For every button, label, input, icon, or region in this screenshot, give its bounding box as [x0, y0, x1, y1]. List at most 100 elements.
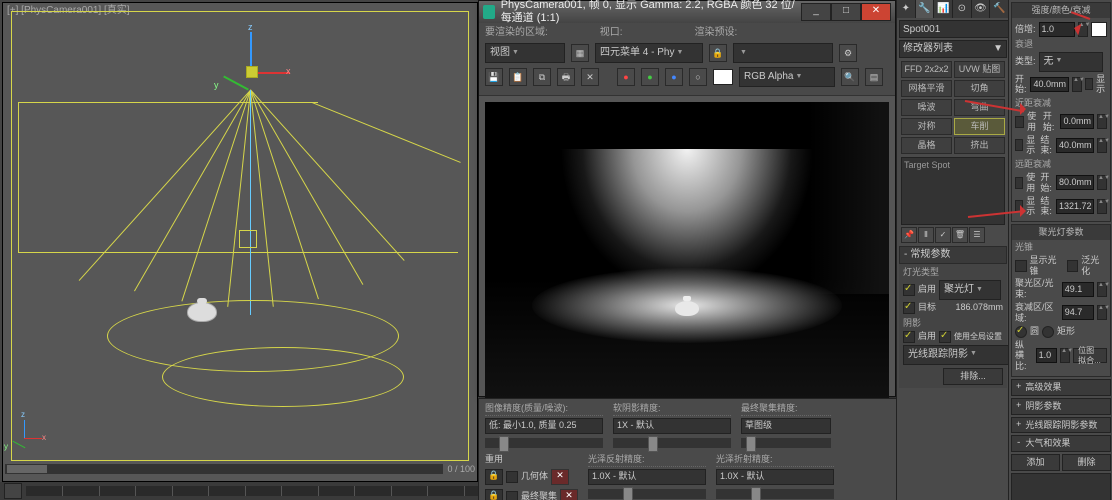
configure-icon[interactable]: ☰ — [969, 227, 985, 243]
shadow-type-select[interactable]: 光线跟踪阴影▼ — [903, 345, 1013, 365]
exclude-button[interactable]: 排除... — [943, 368, 1003, 385]
far-end-input[interactable]: 1321.72 — [1056, 199, 1094, 214]
rendered-image[interactable] — [485, 102, 889, 398]
modify-tab-icon[interactable]: 🔧 — [916, 0, 935, 18]
intensity-rollout-header[interactable]: 强度/颜色/衰减 — [1012, 3, 1110, 18]
decay-show-checkbox[interactable] — [1085, 78, 1093, 90]
decay-start-input[interactable]: 40.0mm — [1030, 77, 1069, 92]
raytrace-shadow-rollout[interactable]: +光线跟踪阴影参数 — [1011, 417, 1111, 434]
channel-a-icon[interactable]: ○ — [689, 68, 707, 86]
hotspot-input[interactable]: 49.1 — [1062, 282, 1094, 297]
soft-shadow-value[interactable]: 1X - 默认 — [613, 418, 731, 434]
copy-icon[interactable]: 📋 — [509, 68, 527, 86]
minimize-button[interactable]: _ — [801, 3, 831, 21]
multiplier-input[interactable]: 1.0 — [1039, 22, 1075, 37]
mono-swatch[interactable] — [713, 69, 733, 85]
near-show-checkbox[interactable] — [1015, 139, 1023, 151]
viewport-canvas[interactable]: z x y z x y — [11, 11, 469, 461]
timeline[interactable] — [0, 482, 486, 500]
circle-radio[interactable] — [1015, 326, 1027, 338]
add-button[interactable]: 添加 — [1011, 454, 1060, 471]
close-button[interactable]: ✕ — [861, 3, 891, 21]
mod-chamfer[interactable]: 切角 — [954, 80, 1005, 97]
motion-tab-icon[interactable]: ⊙ — [953, 0, 972, 18]
show-cone-checkbox[interactable] — [1015, 260, 1027, 272]
atmosphere-list[interactable] — [1011, 473, 1111, 500]
timeline-config-icon[interactable] — [4, 483, 22, 499]
rollout-header[interactable]: -常规参数 — [899, 246, 1007, 264]
gloss-reflect-value[interactable]: 1.0X - 默认 — [588, 469, 706, 485]
channel-select[interactable]: RGB Alpha▼ — [739, 67, 835, 87]
global-shadow-checkbox[interactable] — [939, 331, 951, 343]
final-gather-slider[interactable] — [741, 438, 831, 448]
channel-g-icon[interactable]: ● — [641, 68, 659, 86]
gloss-reflect-slider[interactable] — [588, 489, 706, 499]
modifier-list-dropdown[interactable]: 修改器列表▼ — [899, 40, 1007, 58]
near-end-input[interactable]: 40.0mm — [1056, 138, 1094, 153]
far-start-input[interactable]: 80.0mm — [1056, 175, 1094, 190]
far-use-checkbox[interactable] — [1015, 177, 1023, 189]
gloss-refract-value[interactable]: 1.0X - 默认 — [716, 469, 834, 485]
pin-stack-icon[interactable]: 📌 — [901, 227, 917, 243]
light-color-swatch[interactable] — [1091, 22, 1107, 37]
bitmap-fit-button[interactable]: 位图拟合... — [1073, 348, 1107, 363]
unique-icon[interactable]: ✓ — [935, 227, 951, 243]
print-icon[interactable]: 🖶 — [557, 68, 575, 86]
window-titlebar[interactable]: PhysCamera001, 帧 0, 显示 Gamma: 2.2, RGBA … — [479, 1, 895, 23]
aspect-input[interactable]: 1.0 — [1036, 348, 1058, 363]
falloff-input[interactable]: 94.7 — [1062, 305, 1094, 320]
image-precision-slider[interactable] — [485, 438, 603, 448]
fg-checkbox[interactable] — [506, 491, 518, 500]
advanced-effects-rollout[interactable]: +高级效果 — [1011, 379, 1111, 396]
lock-fg-icon[interactable]: 🔒 — [485, 489, 503, 500]
mod-symmetry[interactable]: 对称 — [901, 118, 952, 135]
shadow-params-rollout[interactable]: +阴影参数 — [1011, 398, 1111, 415]
enable-light-checkbox[interactable] — [903, 284, 915, 296]
time-slider[interactable] — [26, 486, 482, 496]
clear-geom-button[interactable]: ✕ — [551, 469, 569, 485]
utilities-tab-icon[interactable]: 🔨 — [990, 0, 1009, 18]
preset-select[interactable]: ▼ — [733, 43, 833, 63]
render-setup-icon[interactable]: ⚙ — [839, 44, 857, 62]
remove-mod-icon[interactable]: 🗑 — [952, 227, 968, 243]
spotlight-rollout-header[interactable]: 聚光灯参数 — [1012, 225, 1110, 240]
clear-icon[interactable]: ✕ — [581, 68, 599, 86]
near-start-input[interactable]: 0.0mm — [1060, 114, 1094, 129]
clone-icon[interactable]: ⧉ — [533, 68, 551, 86]
teapot-object[interactable] — [187, 302, 217, 322]
mod-extrude[interactable]: 挤出 — [954, 137, 1005, 154]
gloss-refract-slider[interactable] — [716, 489, 834, 499]
create-tab-icon[interactable]: ✦ — [897, 0, 916, 18]
target-checkbox[interactable] — [903, 302, 915, 314]
delete-button[interactable]: 删除 — [1062, 454, 1111, 471]
lock-geom-icon[interactable]: 🔒 — [485, 469, 503, 485]
mod-noise[interactable]: 噪波 — [901, 99, 952, 116]
overshoot-checkbox[interactable] — [1067, 260, 1079, 272]
spinner[interactable]: ▲▼ — [1078, 22, 1088, 37]
viewport-scrollbar[interactable] — [5, 464, 443, 474]
geometry-checkbox[interactable] — [506, 471, 518, 483]
zoom-icon[interactable]: 🔍 — [841, 68, 859, 86]
decay-type-select[interactable]: 无▼ — [1039, 52, 1103, 72]
area-select[interactable]: 视图▼ — [485, 43, 565, 63]
maximize-button[interactable]: □ — [831, 3, 861, 21]
mod-ffd[interactable]: FFD 2x2x2 — [901, 61, 952, 78]
mod-uvw[interactable]: UVW 贴图 — [954, 61, 1005, 78]
image-precision-value[interactable]: 低: 最小1.0, 质量 0.25 — [485, 418, 603, 434]
soft-shadow-slider[interactable] — [613, 438, 731, 448]
rect-radio[interactable] — [1042, 326, 1054, 338]
lock-viewport-icon[interactable]: 🔒 — [709, 44, 727, 62]
near-use-checkbox[interactable] — [1015, 116, 1024, 128]
modifier-stack[interactable]: Target Spot — [901, 157, 1005, 225]
channel-r-icon[interactable]: ● — [617, 68, 635, 86]
enable-shadow-checkbox[interactable] — [903, 331, 915, 343]
light-type-select[interactable]: 聚光灯▼ — [939, 280, 1001, 300]
mod-meshsmooth[interactable]: 网格平滑 — [901, 80, 952, 97]
clear-fg-button[interactable]: ✕ — [560, 489, 578, 500]
show-end-icon[interactable]: Ⅱ — [918, 227, 934, 243]
save-image-icon[interactable]: 💾 — [485, 68, 503, 86]
channel-b-icon[interactable]: ● — [665, 68, 683, 86]
final-gather-value[interactable]: 草图级 — [741, 418, 831, 434]
mod-bend[interactable]: 弯曲 — [954, 99, 1005, 116]
region-icon[interactable]: ▦ — [571, 44, 589, 62]
